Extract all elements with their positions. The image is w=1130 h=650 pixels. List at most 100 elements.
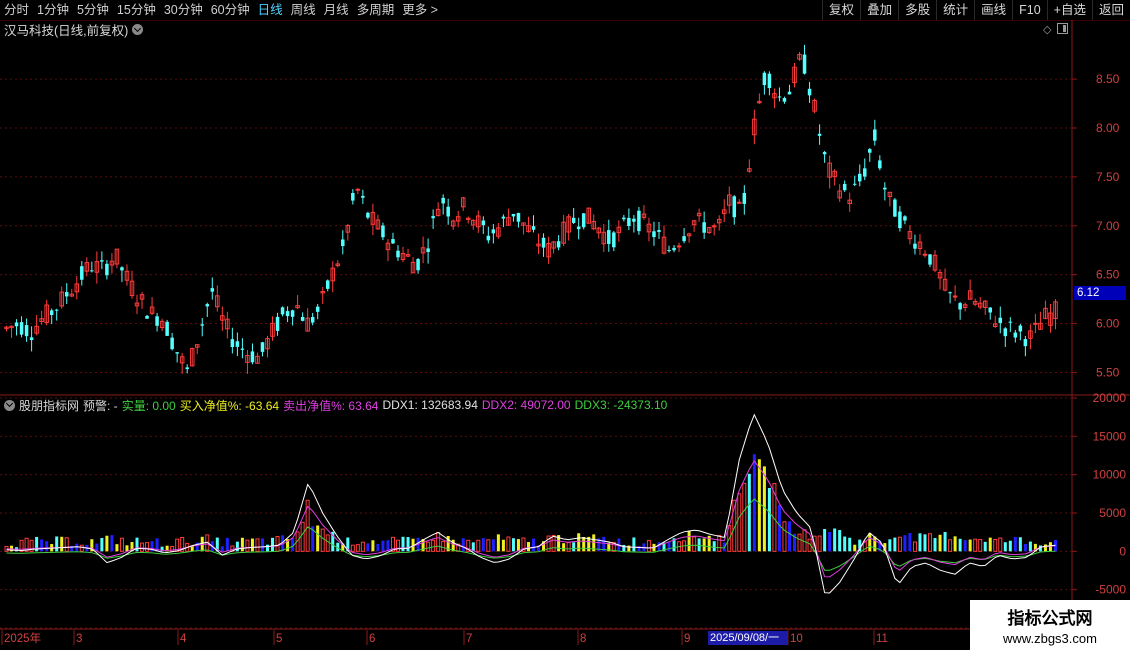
indicator-bar (767, 488, 771, 552)
indicator-bar (897, 536, 902, 552)
indicator-bar (838, 530, 842, 552)
indicator-bar (75, 543, 79, 552)
ddx2-line (6, 460, 1056, 578)
candle-body (913, 243, 917, 249)
price-tick-label: 7.00 (1096, 219, 1120, 233)
candle-body (290, 310, 295, 317)
candle-body (155, 316, 159, 326)
candle-body (782, 98, 787, 102)
candle-body (391, 239, 395, 244)
candle-body (446, 206, 450, 217)
indicator-bar (1013, 536, 1017, 552)
indicator-bar (45, 541, 49, 552)
indicator-value-1: 买入净值%: -63.64 (179, 398, 280, 413)
candle-body (105, 263, 109, 276)
indicator-bar (119, 537, 124, 552)
indicator-bar (436, 532, 441, 552)
candle-body (355, 188, 361, 191)
indicator-bar (140, 542, 145, 552)
candle-body (1008, 321, 1013, 323)
indicator-bar (843, 536, 847, 552)
candle-body (361, 195, 365, 198)
candle-body (481, 220, 486, 226)
candle-body (622, 217, 626, 220)
candle-body (802, 54, 807, 74)
indicator-bar (853, 544, 857, 552)
indicator-bar (1023, 543, 1027, 552)
indicator-bar (225, 537, 229, 552)
candle-body (652, 231, 656, 238)
candle-body (857, 173, 862, 182)
candle-body (516, 213, 521, 222)
candle-body (581, 213, 586, 228)
indicator-value-3: DDX1: 132683.94 (382, 398, 478, 412)
candle-body (501, 216, 506, 219)
candle-body (883, 187, 887, 190)
indicator-bar (300, 521, 305, 552)
indicator-bar (501, 539, 505, 552)
indicator-bar (60, 536, 64, 552)
indicator-bar (782, 521, 787, 552)
indicator-bar (737, 493, 742, 552)
candle-body (576, 226, 581, 230)
kline-chart[interactable]: 8.50 8.00 7.50 7.00 6.50 6.00 5.50 20000 15000 10… (0, 0, 1130, 650)
candle-body (300, 316, 305, 321)
indicator-bar (371, 540, 375, 552)
candle-body (787, 91, 792, 95)
candle-body (175, 352, 179, 354)
indicator-bar (441, 541, 446, 552)
indicator-tick-label: 10000 (1093, 468, 1127, 482)
candle-body (556, 241, 561, 248)
indicator-bar (918, 533, 922, 552)
indicator-bar (1028, 541, 1032, 552)
candle-body (737, 201, 742, 204)
candle-body (822, 152, 827, 155)
indicator-bar (988, 537, 992, 552)
candle-body (637, 210, 641, 232)
candle-body (511, 213, 516, 217)
indicator-bar (848, 537, 852, 552)
indicator-bar (476, 539, 481, 552)
indicator-bar (105, 535, 109, 552)
indicator-bar (275, 536, 280, 552)
indicator-bar (64, 537, 69, 552)
indicator-bar (491, 539, 495, 552)
candle-body (702, 222, 706, 233)
indicator-dropdown-icon[interactable] (4, 399, 15, 411)
candle-body (170, 337, 174, 350)
candle-body (200, 324, 205, 326)
indicator-name[interactable]: 股朋指标网 (19, 397, 79, 414)
indicator-bar (401, 536, 405, 552)
indicator-bar (752, 454, 756, 552)
candle-body (928, 254, 932, 265)
indicator-bar (582, 536, 586, 552)
candle-body (315, 306, 320, 312)
price-tick-label: 5.50 (1096, 365, 1120, 379)
indicator-bar (235, 541, 239, 552)
date-tick-label: 3 (76, 633, 82, 645)
price-tick-label: 6.00 (1096, 317, 1120, 331)
indicator-bar (873, 536, 877, 552)
candle-body (230, 339, 235, 348)
indicator-bar (566, 542, 571, 552)
indicator-bar (486, 539, 491, 552)
candle-body (998, 317, 1003, 323)
indicator-bar (516, 539, 520, 552)
candle-body (541, 237, 546, 248)
indicator-bar (320, 528, 325, 552)
indicator-legend: 股朋指标网 预警: - 实量: 0.00 买入净值%: -63.64 卖出净值%: … (4, 397, 667, 413)
candle-body (767, 73, 772, 89)
indicator-tick-label: 15000 (1093, 429, 1127, 443)
indicator-bar (1018, 537, 1022, 552)
indicator-bar (265, 544, 270, 552)
candle-body (952, 295, 958, 298)
date-tick-label: 4 (180, 633, 187, 645)
candle-body (762, 72, 767, 86)
indicator-bar (1043, 544, 1047, 552)
indicator-bar (325, 534, 330, 552)
ddx3-line (6, 498, 1056, 571)
indicator-bar (692, 536, 697, 552)
candle-body (341, 239, 345, 246)
indicator-bar (747, 473, 751, 552)
candle-body (310, 317, 315, 323)
